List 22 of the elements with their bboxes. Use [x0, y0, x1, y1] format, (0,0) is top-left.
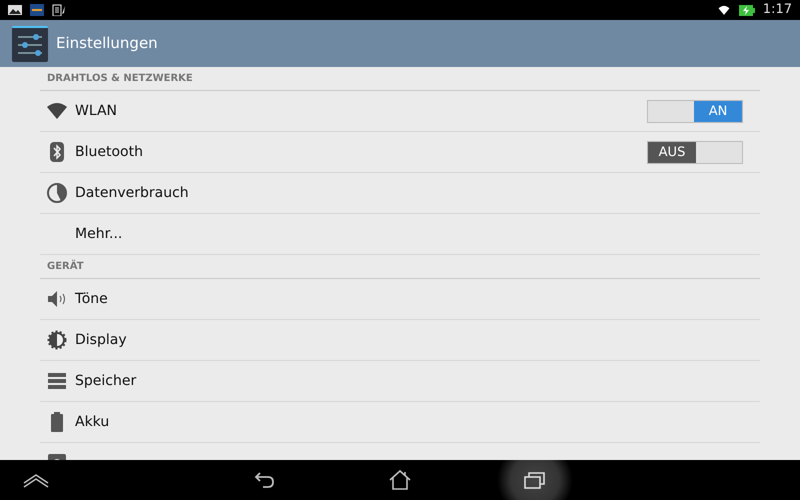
screen-title: Einstellungen [56, 33, 158, 54]
settings-app-icon[interactable] [12, 26, 48, 62]
picture-notification-icon [8, 5, 22, 15]
section-header: GERÄT [40, 255, 760, 279]
settings-item[interactable]: Speicher [40, 361, 760, 402]
wifi-icon [716, 4, 731, 16]
settings-item[interactable]: Töne [40, 279, 760, 320]
brightness-icon [46, 329, 68, 351]
settings-item[interactable]: WLAN AN [40, 91, 760, 132]
pie-chart-icon [46, 182, 68, 204]
storage-icon [46, 370, 68, 392]
clipboard-notification-icon [52, 4, 66, 16]
toggle-switch[interactable]: AUS [647, 140, 743, 164]
settings-item[interactable]: Display [40, 320, 760, 361]
settings-item[interactable]: Akku [40, 402, 760, 443]
settings-item[interactable]: Datenverbrauch [40, 173, 760, 214]
section-header: DRAHTLOS & NETZWERKE [40, 67, 760, 91]
settings-item[interactable]: Bluetooth AUS [40, 132, 760, 173]
toggle-switch[interactable]: AN [647, 100, 743, 122]
clock-time: 1:17 [762, 1, 792, 20]
app-notification-icon [30, 4, 44, 16]
settings-item[interactable]: Mehr... [40, 214, 760, 255]
